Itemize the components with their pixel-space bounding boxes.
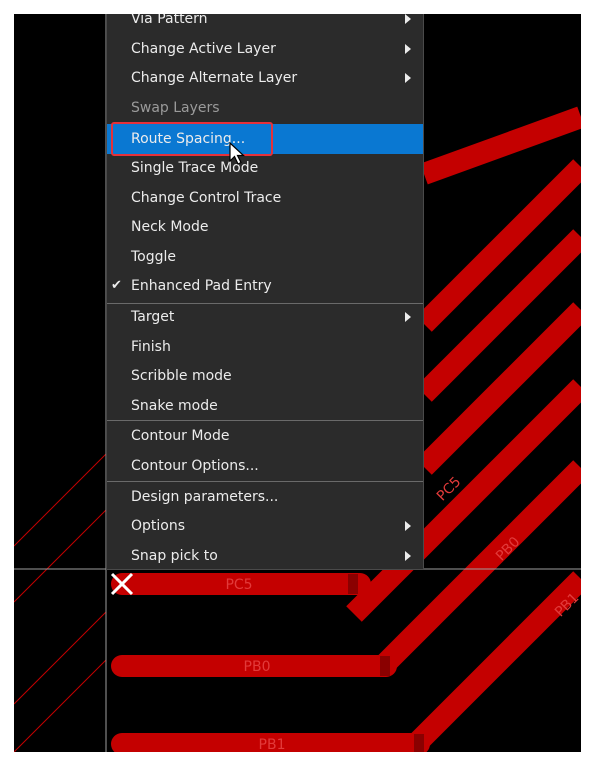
ratsnest-line — [14, 509, 107, 603]
ratsnest-line — [14, 453, 107, 547]
net-label: PB1 — [259, 737, 286, 752]
chevron-right-icon — [405, 312, 411, 322]
context-menu: Via Pattern Change Active Layer Change A… — [106, 14, 424, 570]
menu-item-scribble-mode[interactable]: Scribble mode — [107, 362, 423, 390]
menu-item-change-alternate-layer[interactable]: Change Alternate Layer — [107, 64, 423, 92]
ratsnest-line — [14, 659, 107, 752]
menu-item-neck-mode[interactable]: Neck Mode — [107, 213, 423, 241]
pad-end — [380, 656, 390, 676]
pcb-trace-upper-0[interactable] — [420, 106, 581, 185]
chevron-right-icon — [405, 73, 411, 83]
pad-end — [414, 734, 424, 752]
menu-item-contour-mode[interactable]: Contour Mode — [107, 422, 423, 450]
check-icon: ✔ — [111, 278, 122, 293]
net-label: PB0 — [244, 659, 271, 675]
net-label: PC5 — [225, 577, 252, 593]
menu-item-via-pattern[interactable]: Via Pattern — [107, 14, 423, 33]
menu-item-change-control-trace[interactable]: Change Control Trace — [107, 184, 423, 212]
menu-item-enhanced-pad-entry[interactable]: ✔ Enhanced Pad Entry — [107, 272, 423, 300]
menu-item-toggle[interactable]: Toggle — [107, 243, 423, 271]
pcb-canvas[interactable]: PC5 PB0 PB1 PC5 PB0 PB1 Via Pattern Chan… — [14, 14, 581, 752]
menu-item-snake-mode[interactable]: Snake mode — [107, 392, 423, 420]
pcb-trace-upper-3[interactable] — [416, 302, 581, 475]
menu-item-route-spacing[interactable]: Route Spacing... — [107, 124, 423, 154]
menu-item-contour-options[interactable]: Contour Options... — [107, 452, 423, 480]
menu-item-change-active-layer[interactable]: Change Active Layer — [107, 35, 423, 63]
menu-item-design-parameters[interactable]: Design parameters... — [107, 483, 423, 511]
menu-item-finish[interactable]: Finish — [107, 333, 423, 361]
menu-item-target[interactable]: Target — [107, 303, 423, 331]
chevron-right-icon — [405, 44, 411, 54]
pad-end — [348, 574, 358, 594]
chevron-right-icon — [405, 14, 411, 24]
menu-item-options[interactable]: Options — [107, 512, 423, 540]
menu-separator — [107, 420, 423, 421]
menu-item-snap-pick-to[interactable]: Snap pick to — [107, 542, 423, 570]
chevron-right-icon — [405, 551, 411, 561]
menu-item-single-trace-mode[interactable]: Single Trace Mode — [107, 154, 423, 182]
mouse-pointer-icon — [229, 142, 246, 165]
ratsnest-line — [14, 611, 107, 705]
chevron-right-icon — [405, 521, 411, 531]
menu-separator — [107, 481, 423, 482]
menu-item-swap-layers[interactable]: Swap Layers — [107, 94, 423, 122]
